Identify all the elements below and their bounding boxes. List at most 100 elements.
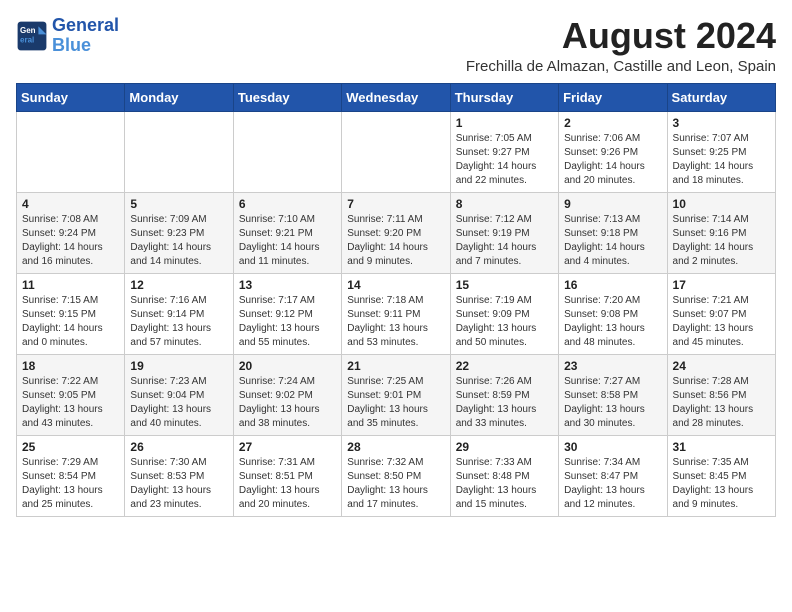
day-number: 6	[239, 197, 336, 211]
day-number: 22	[456, 359, 553, 373]
calendar-day-cell: 5 Sunrise: 7:09 AM Sunset: 9:23 PM Daylig…	[125, 192, 233, 273]
calendar-day-cell: 17 Sunrise: 7:21 AM Sunset: 9:07 PM Dayli…	[667, 273, 775, 354]
day-info: Sunrise: 7:35 AM Sunset: 8:45 PM Dayligh…	[673, 456, 770, 512]
day-info: Sunrise: 7:05 AM Sunset: 9:27 PM Dayligh…	[456, 132, 553, 188]
calendar-day-cell	[125, 111, 233, 192]
title-block: August 2024 Frechilla de Almazan, Castil…	[466, 16, 776, 75]
calendar-day-cell: 25 Sunrise: 7:29 AM Sunset: 8:54 PM Dayli…	[17, 435, 125, 516]
calendar-body: 1Sunrise: 7:05 AM Sunset: 9:27 PM Daylig…	[17, 111, 776, 516]
page-header: Gen eral General Blue August 2024 Frechi…	[16, 16, 776, 75]
calendar-day-cell	[342, 111, 450, 192]
calendar-day-cell: 15Sunrise: 7:19 AM Sunset: 9:09 PM Dayli…	[450, 273, 558, 354]
day-number: 5	[130, 197, 227, 211]
calendar-week-row: 1Sunrise: 7:05 AM Sunset: 9:27 PM Daylig…	[17, 111, 776, 192]
day-number: 29	[456, 440, 553, 454]
day-number: 27	[239, 440, 336, 454]
day-info: Sunrise: 7:14 AM Sunset: 9:16 PM Dayligh…	[673, 213, 770, 269]
logo-text: General Blue	[52, 16, 119, 56]
day-number: 21	[347, 359, 444, 373]
month-year: August 2024	[466, 16, 776, 56]
day-info: Sunrise: 7:31 AM Sunset: 8:51 PM Dayligh…	[239, 456, 336, 512]
calendar-day-cell: 31 Sunrise: 7:35 AM Sunset: 8:45 PM Dayli…	[667, 435, 775, 516]
day-info: Sunrise: 7:26 AM Sunset: 8:59 PM Dayligh…	[456, 375, 553, 431]
calendar-day-cell: 2Sunrise: 7:06 AM Sunset: 9:26 PM Daylig…	[559, 111, 667, 192]
weekday-header-cell: Thursday	[450, 83, 558, 111]
day-number: 10	[673, 197, 770, 211]
calendar-day-cell: 26 Sunrise: 7:30 AM Sunset: 8:53 PM Dayli…	[125, 435, 233, 516]
day-info: Sunrise: 7:08 AM Sunset: 9:24 PM Dayligh…	[22, 213, 119, 269]
day-info: Sunrise: 7:24 AM Sunset: 9:02 PM Dayligh…	[239, 375, 336, 431]
day-info: Sunrise: 7:19 AM Sunset: 9:09 PM Dayligh…	[456, 294, 553, 350]
calendar-day-cell: 18 Sunrise: 7:22 AM Sunset: 9:05 PM Dayli…	[17, 354, 125, 435]
day-info: Sunrise: 7:11 AM Sunset: 9:20 PM Dayligh…	[347, 213, 444, 269]
calendar-day-cell	[233, 111, 341, 192]
day-info: Sunrise: 7:25 AM Sunset: 9:01 PM Dayligh…	[347, 375, 444, 431]
calendar-day-cell: 29Sunrise: 7:33 AM Sunset: 8:48 PM Dayli…	[450, 435, 558, 516]
calendar-day-cell: 24 Sunrise: 7:28 AM Sunset: 8:56 PM Dayli…	[667, 354, 775, 435]
day-info: Sunrise: 7:23 AM Sunset: 9:04 PM Dayligh…	[130, 375, 227, 431]
day-info: Sunrise: 7:18 AM Sunset: 9:11 PM Dayligh…	[347, 294, 444, 350]
calendar-day-cell: 27 Sunrise: 7:31 AM Sunset: 8:51 PM Dayli…	[233, 435, 341, 516]
day-info: Sunrise: 7:22 AM Sunset: 9:05 PM Dayligh…	[22, 375, 119, 431]
logo-line2: Blue	[52, 35, 91, 55]
day-info: Sunrise: 7:34 AM Sunset: 8:47 PM Dayligh…	[564, 456, 661, 512]
day-number: 13	[239, 278, 336, 292]
logo-line1: General	[52, 15, 119, 35]
calendar-day-cell: 4Sunrise: 7:08 AM Sunset: 9:24 PM Daylig…	[17, 192, 125, 273]
day-number: 14	[347, 278, 444, 292]
weekday-header-cell: Wednesday	[342, 83, 450, 111]
calendar-week-row: 4Sunrise: 7:08 AM Sunset: 9:24 PM Daylig…	[17, 192, 776, 273]
calendar-day-cell: 11Sunrise: 7:15 AM Sunset: 9:15 PM Dayli…	[17, 273, 125, 354]
day-number: 12	[130, 278, 227, 292]
day-info: Sunrise: 7:06 AM Sunset: 9:26 PM Dayligh…	[564, 132, 661, 188]
day-number: 11	[22, 278, 119, 292]
weekday-header-cell: Tuesday	[233, 83, 341, 111]
day-number: 31	[673, 440, 770, 454]
day-info: Sunrise: 7:21 AM Sunset: 9:07 PM Dayligh…	[673, 294, 770, 350]
calendar-day-cell: 9Sunrise: 7:13 AM Sunset: 9:18 PM Daylig…	[559, 192, 667, 273]
weekday-header-cell: Saturday	[667, 83, 775, 111]
day-info: Sunrise: 7:07 AM Sunset: 9:25 PM Dayligh…	[673, 132, 770, 188]
calendar-week-row: 11Sunrise: 7:15 AM Sunset: 9:15 PM Dayli…	[17, 273, 776, 354]
calendar-day-cell: 1Sunrise: 7:05 AM Sunset: 9:27 PM Daylig…	[450, 111, 558, 192]
day-info: Sunrise: 7:20 AM Sunset: 9:08 PM Dayligh…	[564, 294, 661, 350]
calendar-day-cell: 12 Sunrise: 7:16 AM Sunset: 9:14 PM Dayli…	[125, 273, 233, 354]
day-number: 28	[347, 440, 444, 454]
logo-icon: Gen eral	[16, 20, 48, 52]
day-info: Sunrise: 7:10 AM Sunset: 9:21 PM Dayligh…	[239, 213, 336, 269]
day-info: Sunrise: 7:27 AM Sunset: 8:58 PM Dayligh…	[564, 375, 661, 431]
day-number: 23	[564, 359, 661, 373]
weekday-header-row: SundayMondayTuesdayWednesdayThursdayFrid…	[17, 83, 776, 111]
day-number: 19	[130, 359, 227, 373]
day-number: 17	[673, 278, 770, 292]
calendar-day-cell	[17, 111, 125, 192]
logo: Gen eral General Blue	[16, 16, 119, 56]
calendar-day-cell: 30Sunrise: 7:34 AM Sunset: 8:47 PM Dayli…	[559, 435, 667, 516]
day-number: 24	[673, 359, 770, 373]
calendar-day-cell: 16Sunrise: 7:20 AM Sunset: 9:08 PM Dayli…	[559, 273, 667, 354]
day-info: Sunrise: 7:30 AM Sunset: 8:53 PM Dayligh…	[130, 456, 227, 512]
calendar-table: SundayMondayTuesdayWednesdayThursdayFrid…	[16, 83, 776, 517]
weekday-header-cell: Friday	[559, 83, 667, 111]
calendar-day-cell: 20Sunrise: 7:24 AM Sunset: 9:02 PM Dayli…	[233, 354, 341, 435]
day-info: Sunrise: 7:29 AM Sunset: 8:54 PM Dayligh…	[22, 456, 119, 512]
day-number: 18	[22, 359, 119, 373]
calendar-day-cell: 10 Sunrise: 7:14 AM Sunset: 9:16 PM Dayli…	[667, 192, 775, 273]
svg-text:Gen: Gen	[20, 26, 36, 35]
day-info: Sunrise: 7:28 AM Sunset: 8:56 PM Dayligh…	[673, 375, 770, 431]
location: Frechilla de Almazan, Castille and Leon,…	[466, 58, 776, 75]
weekday-header-cell: Monday	[125, 83, 233, 111]
day-number: 25	[22, 440, 119, 454]
day-info: Sunrise: 7:17 AM Sunset: 9:12 PM Dayligh…	[239, 294, 336, 350]
calendar-day-cell: 22 Sunrise: 7:26 AM Sunset: 8:59 PM Dayli…	[450, 354, 558, 435]
calendar-day-cell: 8Sunrise: 7:12 AM Sunset: 9:19 PM Daylig…	[450, 192, 558, 273]
calendar-day-cell: 13 Sunrise: 7:17 AM Sunset: 9:12 PM Dayli…	[233, 273, 341, 354]
day-info: Sunrise: 7:09 AM Sunset: 9:23 PM Dayligh…	[130, 213, 227, 269]
day-info: Sunrise: 7:32 AM Sunset: 8:50 PM Dayligh…	[347, 456, 444, 512]
day-info: Sunrise: 7:12 AM Sunset: 9:19 PM Dayligh…	[456, 213, 553, 269]
day-number: 3	[673, 116, 770, 130]
day-info: Sunrise: 7:16 AM Sunset: 9:14 PM Dayligh…	[130, 294, 227, 350]
day-info: Sunrise: 7:13 AM Sunset: 9:18 PM Dayligh…	[564, 213, 661, 269]
day-number: 26	[130, 440, 227, 454]
calendar-day-cell: 3 Sunrise: 7:07 AM Sunset: 9:25 PM Daylig…	[667, 111, 775, 192]
